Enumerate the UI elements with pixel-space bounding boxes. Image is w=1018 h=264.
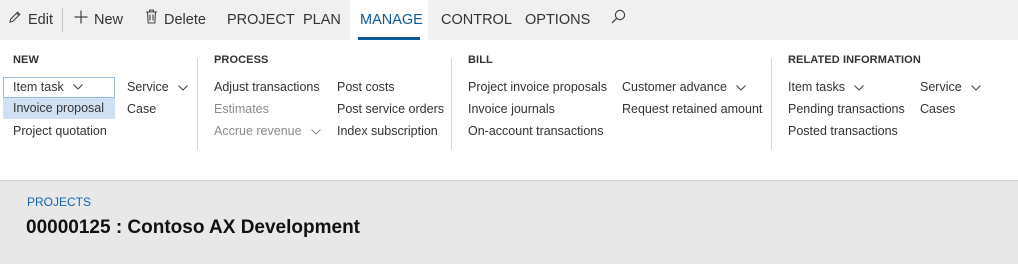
plus-icon — [74, 0, 88, 40]
edit-label: Edit — [28, 12, 53, 28]
action-pane-toolbar: Edit New Delete PROJECT PLAN MANAGE CONT… — [0, 0, 1018, 40]
chevron-down-icon — [178, 77, 189, 97]
project-invoice-proposals-button[interactable]: Project invoice proposals — [468, 77, 607, 97]
group-title-bill: BILL — [468, 54, 493, 66]
tab-project[interactable]: PROJECT — [227, 0, 295, 40]
page-header: PROJECTS 00000125 : Contoso AX Developme… — [0, 180, 1018, 264]
group-title-process: PROCESS — [214, 54, 269, 66]
group-title-related-information: RELATED INFORMATION — [788, 54, 921, 66]
tab-options[interactable]: OPTIONS — [525, 0, 590, 40]
tab-plan[interactable]: PLAN — [303, 0, 341, 40]
case-button[interactable]: Case — [127, 99, 156, 119]
chevron-down-icon — [736, 77, 747, 97]
invoice-journals-button[interactable]: Invoice journals — [468, 99, 555, 119]
service-dropdown[interactable]: Service — [127, 77, 189, 97]
accrue-revenue-label: Accrue revenue — [214, 124, 302, 138]
customer-advance-dropdown[interactable]: Customer advance — [622, 77, 747, 97]
accrue-revenue-dropdown[interactable]: Accrue revenue — [214, 121, 321, 141]
on-account-transactions-button[interactable]: On-account transactions — [468, 121, 604, 141]
tab-manage[interactable]: MANAGE — [350, 0, 428, 40]
search-icon — [611, 0, 626, 40]
group-divider — [451, 58, 452, 150]
service-label: Service — [127, 80, 169, 94]
toolbar-divider — [62, 8, 63, 32]
item-tasks-dropdown[interactable]: Item tasks — [788, 77, 865, 97]
invoice-proposal-item[interactable]: Invoice proposal — [3, 98, 115, 119]
project-quotation-button[interactable]: Project quotation — [13, 121, 107, 141]
request-retained-amount-button[interactable]: Request retained amount — [622, 99, 762, 119]
item-task-label: Item task — [13, 80, 64, 94]
trash-icon — [145, 0, 158, 40]
page-title: 00000125 : Contoso AX Development — [26, 217, 361, 238]
new-button[interactable]: New — [74, 0, 123, 40]
breadcrumb[interactable]: PROJECTS — [27, 195, 91, 209]
ribbon-panel: NEW Item task Invoice proposal Project q… — [0, 40, 1018, 180]
post-costs-button[interactable]: Post costs — [337, 77, 395, 97]
pending-transactions-button[interactable]: Pending transactions — [788, 99, 905, 119]
search-button[interactable] — [611, 0, 632, 40]
edit-button[interactable]: Edit — [8, 0, 53, 40]
post-service-orders-button[interactable]: Post service orders — [337, 99, 444, 119]
cases-button[interactable]: Cases — [920, 99, 955, 119]
adjust-transactions-button[interactable]: Adjust transactions — [214, 77, 320, 97]
related-service-dropdown[interactable]: Service — [920, 77, 982, 97]
tab-control[interactable]: CONTROL — [441, 0, 512, 40]
chevron-down-icon — [73, 77, 84, 96]
tab-manage-label: MANAGE — [360, 12, 423, 28]
pencil-icon — [8, 0, 22, 40]
chevron-down-icon — [311, 121, 321, 141]
delete-label: Delete — [164, 12, 206, 28]
posted-transactions-button[interactable]: Posted transactions — [788, 121, 898, 141]
group-divider — [771, 58, 772, 150]
delete-button[interactable]: Delete — [145, 0, 206, 40]
customer-advance-label: Customer advance — [622, 80, 727, 94]
group-divider — [197, 58, 198, 150]
related-service-label: Service — [920, 80, 962, 94]
group-title-new: NEW — [13, 54, 39, 66]
new-label: New — [94, 12, 124, 28]
estimates-button[interactable]: Estimates — [214, 99, 269, 119]
item-tasks-label: Item tasks — [788, 80, 845, 94]
chevron-down-icon — [971, 77, 982, 97]
index-subscription-button[interactable]: Index subscription — [337, 121, 438, 141]
item-task-dropdown[interactable]: Item task — [3, 77, 115, 98]
chevron-down-icon — [854, 77, 865, 97]
